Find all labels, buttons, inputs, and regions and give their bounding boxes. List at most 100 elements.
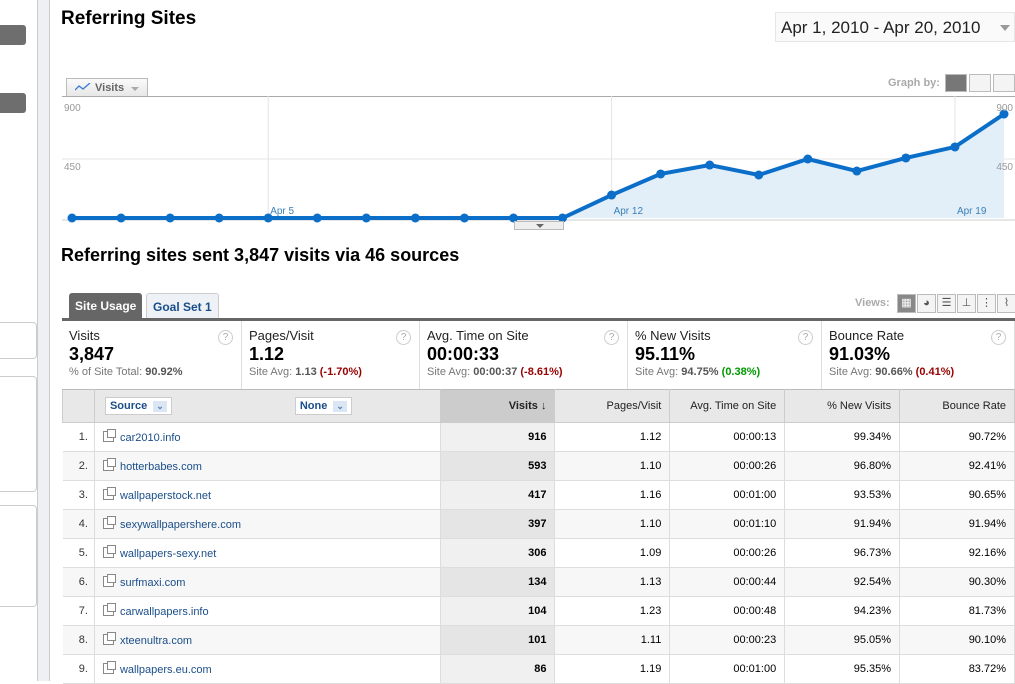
chevron-down-icon: ⌄ (153, 401, 167, 412)
secondary-dimension-label: None (299, 400, 328, 412)
chevron-down-icon (131, 87, 139, 91)
avg-time-cell: 00:01:00 (669, 654, 786, 684)
x-tick-label: Apr 12 (614, 206, 644, 217)
new-visits-cell: 95.05% (784, 625, 901, 655)
help-icon[interactable]: ? (604, 330, 619, 345)
table-view-icon[interactable]: ▦ (897, 294, 916, 313)
metric-sub: Site Avg: 94.75% (0.38%) (635, 366, 814, 378)
external-link-icon[interactable] (102, 428, 116, 442)
external-link-icon[interactable] (102, 457, 116, 471)
row-index: 9. (62, 654, 95, 684)
data-point (656, 169, 666, 179)
date-range-picker[interactable]: Apr 1, 2010 - Apr 20, 2010 (775, 12, 1015, 42)
help-icon[interactable]: ? (396, 330, 411, 345)
dimension-header: Source ⌄ None ⌄ (93, 389, 441, 423)
row-index: 2. (62, 451, 95, 481)
bar-view-icon[interactable]: ☰ (937, 294, 956, 313)
avg-time-cell: 00:00:13 (669, 422, 786, 452)
source-link[interactable]: xteenultra.com (120, 635, 192, 647)
new-visits-cell: 99.34% (784, 422, 901, 452)
metric-1: Pages/Visit 1.12 Site Avg: 1.13 (-1.70%)… (242, 321, 420, 389)
source-link[interactable]: car2010.info (120, 432, 181, 444)
bounce-rate-cell: 90.65% (899, 480, 1015, 510)
chart-collapse-toggle[interactable] (514, 221, 564, 230)
source-link[interactable]: sexywallpapershere.com (120, 519, 241, 531)
avg-time-cell: 00:00:26 (669, 451, 786, 481)
column-header-new-visits[interactable]: % New Visits (784, 389, 901, 423)
chevron-down-icon: ⌄ (333, 401, 347, 412)
table-row: 3. wallpaperstock.net 417 1.16 00:01:00 … (62, 480, 1015, 510)
help-icon[interactable]: ? (218, 330, 233, 345)
sidebar-button[interactable] (0, 93, 26, 113)
row-index: 4. (62, 509, 95, 539)
comparison-view-icon[interactable]: ⊥ (957, 294, 976, 313)
source-cell: wallpaperstock.net (94, 480, 441, 510)
column-header-visits[interactable]: Visits ↓ (439, 389, 556, 423)
external-link-icon[interactable] (102, 602, 116, 616)
primary-dimension-select[interactable]: Source ⌄ (104, 397, 172, 415)
metric-sub: Site Avg: 90.66% (0.41%) (829, 366, 1007, 378)
help-icon[interactable]: ? (798, 330, 813, 345)
metric-value: 1.12 (249, 344, 285, 364)
tab-site-usage[interactable]: Site Usage (69, 293, 143, 319)
row-index: 6. (62, 567, 95, 597)
visits-cell: 306 (440, 538, 556, 568)
source-link[interactable]: wallpaperstock.net (120, 490, 211, 502)
sidebar-button[interactable] (0, 25, 26, 45)
column-header-pages-visit[interactable]: Pages/Visit (554, 389, 671, 423)
secondary-dimension-select[interactable]: None ⌄ (294, 397, 352, 415)
index-header (62, 389, 95, 423)
external-link-icon[interactable] (102, 660, 116, 674)
y-tick-label: 900 (996, 103, 1013, 114)
pie-view-icon[interactable]: ◕ (917, 294, 936, 313)
metric-label: Pages/Visit (249, 328, 314, 343)
source-link[interactable]: wallpapers.eu.com (120, 664, 212, 676)
table-row: 1. car2010.info 916 1.12 00:00:13 99.34%… (62, 422, 1015, 452)
data-point (754, 170, 764, 180)
new-visits-cell: 96.80% (784, 451, 901, 481)
help-icon[interactable]: ? (991, 330, 1006, 345)
metric-4: Bounce Rate 91.03% Site Avg: 90.66% (0.4… (822, 321, 1015, 389)
external-link-icon[interactable] (102, 631, 116, 645)
pages-visit-cell: 1.23 (554, 596, 671, 626)
source-link[interactable]: carwallpapers.info (120, 606, 209, 618)
sidebar-panel (0, 322, 37, 359)
external-link-icon[interactable] (102, 573, 116, 587)
sidebar-collapse-bar[interactable] (38, 0, 50, 681)
external-link-icon[interactable] (102, 515, 116, 529)
sources-table: Source ⌄ None ⌄ Visits ↓ Pages/Visit Avg. … (62, 389, 1015, 684)
table-row: 7. carwallpapers.info 104 1.23 00:00:48 … (62, 596, 1015, 626)
x-tick-label: Apr 5 (270, 206, 294, 217)
data-point (901, 153, 911, 163)
external-link-icon[interactable] (102, 544, 116, 558)
graph-by-month-button[interactable] (993, 74, 1015, 92)
graph-by-week-button[interactable] (969, 74, 991, 92)
y-tick-label: 450 (996, 162, 1013, 173)
row-index: 3. (62, 480, 95, 510)
data-point (361, 213, 371, 223)
graph-by-day-button[interactable] (945, 74, 967, 92)
source-link[interactable]: wallpapers-sexy.net (120, 548, 216, 560)
metric-delta: (-8.61%) (520, 366, 563, 378)
term-cloud-view-icon[interactable]: ⋮ (977, 294, 996, 313)
row-index: 7. (62, 596, 95, 626)
column-header-bounce-rate[interactable]: Bounce Rate (899, 389, 1015, 423)
tab-goal-set-1[interactable]: Goal Set 1 (146, 293, 219, 319)
table-row: 6. surfmaxi.com 134 1.13 00:00:44 92.54%… (62, 567, 1015, 597)
table-row: 8. xteenultra.com 101 1.11 00:00:23 95.0… (62, 625, 1015, 655)
data-point (165, 213, 175, 223)
column-header-avg-time[interactable]: Avg. Time on Site (669, 389, 786, 423)
source-link[interactable]: surfmaxi.com (120, 577, 185, 589)
pages-visit-cell: 1.16 (554, 480, 671, 510)
graph-metric-button[interactable]: Visits (66, 78, 148, 97)
metric-delta: (0.38%) (721, 366, 761, 378)
new-visits-cell: 91.94% (784, 509, 901, 539)
source-link[interactable]: hotterbabes.com (120, 461, 202, 473)
metric-label: Bounce Rate (829, 328, 905, 343)
external-link-icon[interactable] (102, 486, 116, 500)
pivot-view-icon[interactable]: ⌇ (997, 294, 1015, 313)
area-fill (72, 114, 1004, 218)
bounce-rate-cell: 83.72% (899, 654, 1015, 684)
avg-time-cell: 00:00:23 (669, 625, 786, 655)
pages-visit-cell: 1.09 (554, 538, 671, 568)
